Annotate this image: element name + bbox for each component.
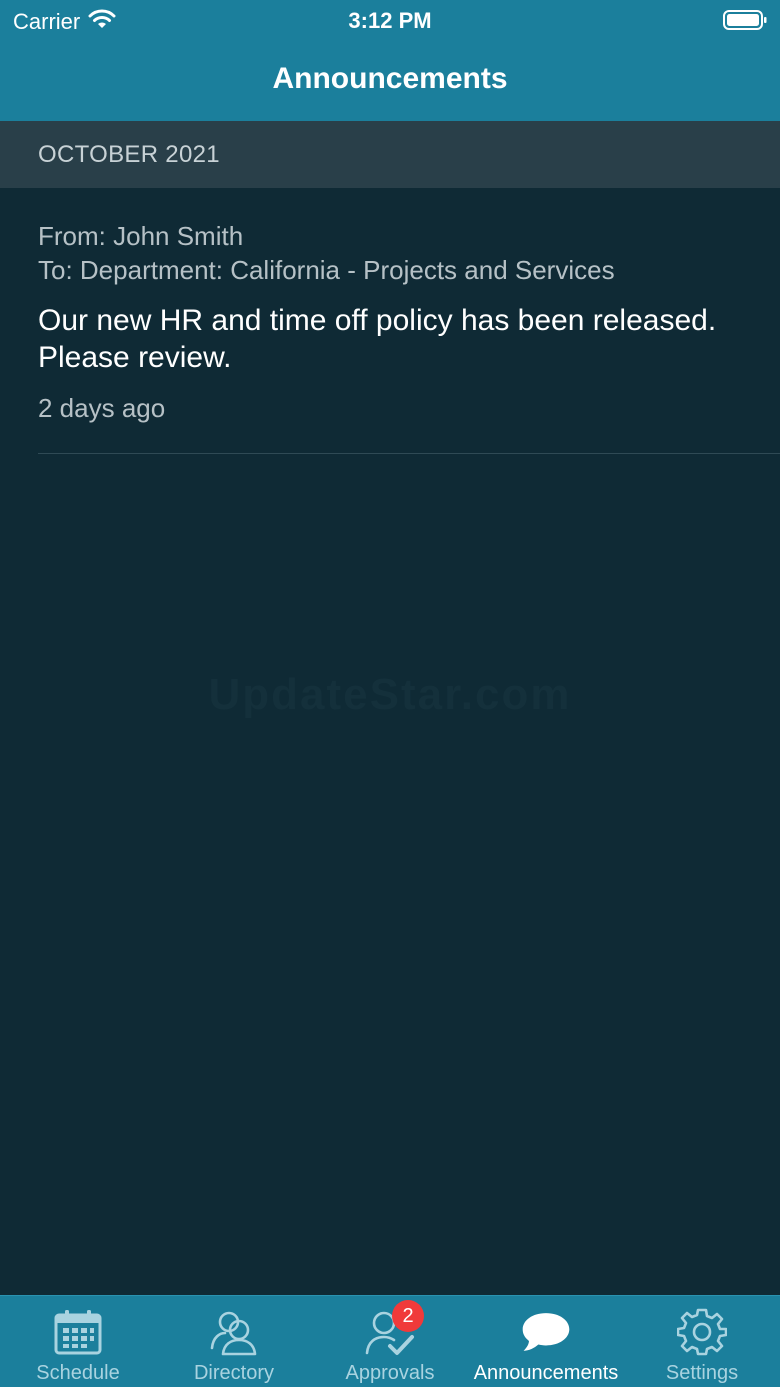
page-title: Announcements: [272, 62, 508, 95]
announcement-from: From: John Smith: [38, 221, 244, 251]
tab-label: Schedule: [36, 1362, 120, 1384]
announcement-time: 2 days ago: [38, 393, 166, 423]
section-header: OCTOBER 2021: [0, 121, 780, 188]
announcement-item[interactable]: From: John Smith To: Department: Califor…: [0, 188, 780, 454]
announcement-message: Our new HR and time off policy has been …: [38, 304, 717, 374]
battery-icon: [723, 10, 767, 36]
tab-label: Settings: [665, 1362, 739, 1384]
clock: 3:12 PM: [348, 8, 432, 33]
tab-label: Directory: [193, 1362, 274, 1384]
gear-icon: [676, 1306, 728, 1358]
tab-label: Approvals: [345, 1362, 435, 1384]
announcement-to: To: Department: California - Projects an…: [38, 255, 615, 285]
tab-announcements[interactable]: Announcements: [468, 1296, 624, 1387]
approve-user-icon: 2: [364, 1300, 424, 1358]
speech-bubble-icon: [520, 1306, 572, 1358]
watermark: UpdateStar.com: [208, 670, 572, 719]
people-icon: [208, 1306, 260, 1358]
list-divider: [38, 453, 780, 454]
status-bar: Carrier 3:12 PM: [0, 0, 780, 40]
tab-approvals[interactable]: 2 Approvals: [312, 1296, 468, 1387]
tab-bar: Schedule Directory 2 Approvals Announcem…: [0, 1295, 780, 1387]
calendar-icon: [52, 1306, 104, 1358]
top-bar: Carrier 3:12 PM Announcements: [0, 0, 780, 121]
tab-settings[interactable]: Settings: [624, 1296, 780, 1387]
tab-directory[interactable]: Directory: [156, 1296, 312, 1387]
section-header-label: OCTOBER 2021: [38, 141, 220, 168]
approvals-badge: 2: [392, 1300, 424, 1332]
tab-label: Announcements: [473, 1362, 619, 1384]
tab-schedule[interactable]: Schedule: [0, 1296, 156, 1387]
